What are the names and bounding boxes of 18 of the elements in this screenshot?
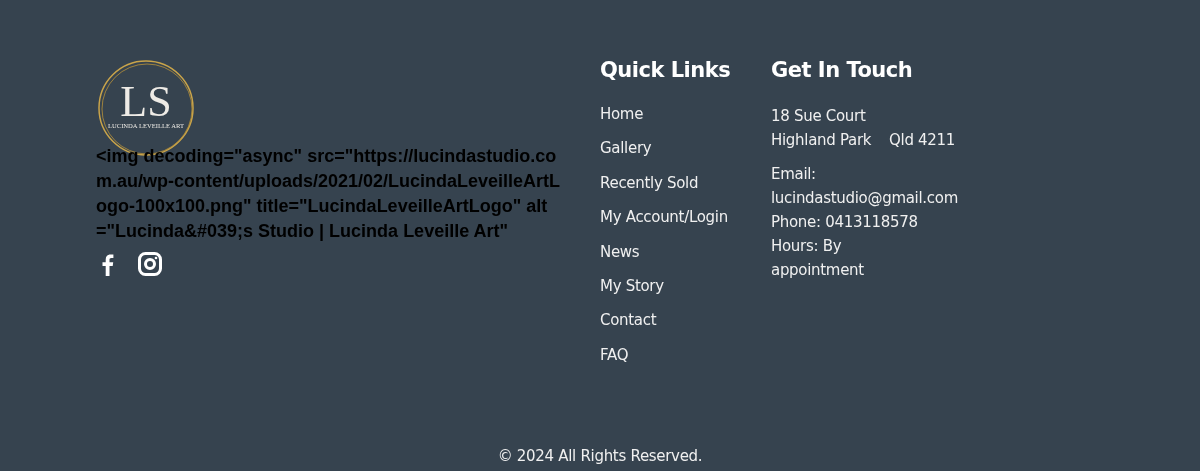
instagram-icon[interactable] [138, 252, 162, 276]
footer-link[interactable]: My Account/Login [600, 207, 771, 229]
hours-text: Hours: By appointment [771, 236, 865, 281]
footer-link[interactable]: Home [600, 104, 771, 125]
email-label: Email: [771, 164, 817, 185]
email-link[interactable]: lucindastudio@gmail.com [771, 186, 1200, 210]
footer-link[interactable]: My Story [600, 275, 771, 297]
quick-links-heading: Quick Links [600, 58, 732, 82]
address-line: Highland Park Qld 4211 [771, 130, 957, 151]
footer-link[interactable]: Contact [600, 310, 771, 332]
phone-text: Phone: 0413118578 [771, 212, 919, 233]
copyright-text: © 2024 All Rights Reserved. [497, 447, 703, 465]
footer-link[interactable]: Gallery [600, 138, 771, 160]
contact-heading: Get In Touch [771, 58, 914, 82]
footer-link[interactable]: Recently Sold [600, 172, 771, 194]
footer-link[interactable]: FAQ [600, 344, 771, 366]
address-line: 18 Sue Court [771, 106, 867, 127]
footer-link[interactable]: News [600, 241, 771, 263]
